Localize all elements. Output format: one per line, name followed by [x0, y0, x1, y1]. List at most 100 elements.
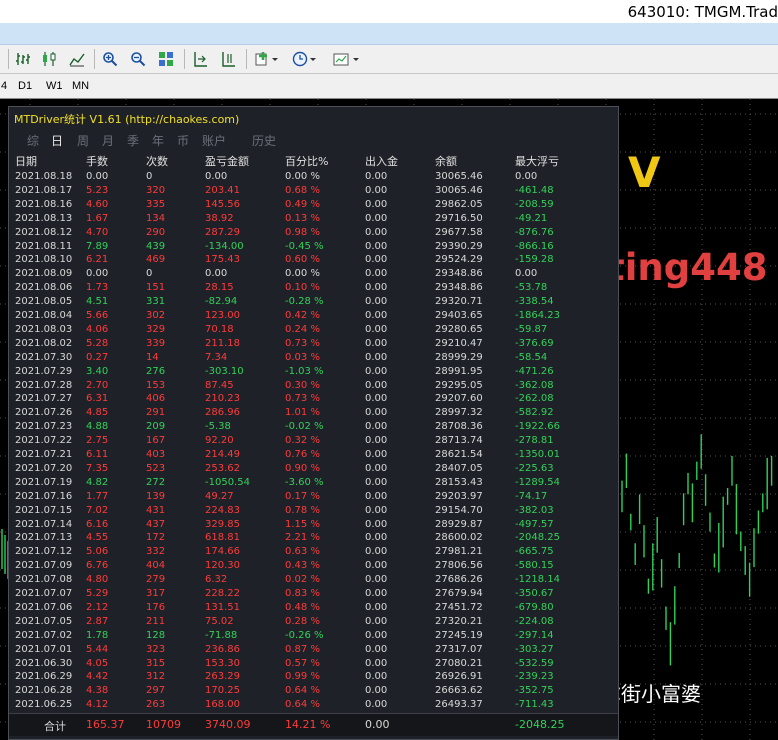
- table-row[interactable]: 2021.06.29 4.42 312 263.29 0.99 % 0.00 26926.9…: [9, 671, 618, 685]
- table-row[interactable]: 2021.07.01 5.44 323 236.86 0.87 % 0.00 27317.0…: [9, 644, 618, 658]
- timeframe-mn[interactable]: MN: [72, 80, 89, 92]
- table-row[interactable]: 2021.08.04 5.66 302 123.00 0.42 % 0.00 29403.6…: [9, 310, 618, 324]
- cell-balance: 28600.02: [435, 532, 483, 544]
- cell-max-drawdown: -532.59: [515, 657, 554, 669]
- tile-windows-icon[interactable]: [155, 48, 177, 70]
- chart-shift-icon[interactable]: [217, 48, 239, 70]
- candle-chart-icon[interactable]: [38, 48, 60, 70]
- tab-quarter[interactable]: 季: [127, 132, 139, 149]
- table-row[interactable]: 2021.06.28 4.38 297 170.25 0.64 % 0.00 26663.6…: [9, 685, 618, 699]
- table-row[interactable]: 2021.08.18 0.00 0 0.00 0.00 % 0.00 30065.46 0.0…: [9, 171, 618, 185]
- table-row[interactable]: 2021.07.19 4.82 272 -1050.54 -3.60 % 0.00 2815…: [9, 477, 618, 491]
- table-row[interactable]: 2021.07.09 6.76 404 120.30 0.43 % 0.00 27806.5…: [9, 560, 618, 574]
- table-row[interactable]: 2021.08.17 5.23 320 203.41 0.68 % 0.00 30065.4…: [9, 185, 618, 199]
- zoom-out-icon[interactable]: [127, 48, 149, 70]
- tab-week[interactable]: 周: [77, 132, 89, 149]
- cell-percent: 0.17 %: [285, 490, 320, 502]
- cell-max-drawdown: -876.76: [515, 226, 554, 238]
- total-deposit: 0.00: [365, 718, 390, 731]
- cell-balance: 28713.74: [435, 435, 483, 447]
- timeframe-h4[interactable]: 4: [1, 80, 7, 92]
- table-row[interactable]: 2021.07.29 3.40 276 -303.10 -1.03 % 0.00 28991…: [9, 366, 618, 380]
- table-row[interactable]: 2021.08.13 1.67 134 38.92 0.13 % 0.00 29716.50…: [9, 213, 618, 227]
- cell-trades: 134: [146, 212, 166, 224]
- table-row[interactable]: 2021.07.21 6.11 403 214.49 0.76 % 0.00 28621.5…: [9, 449, 618, 463]
- table-row[interactable]: 2021.07.05 2.87 211 75.02 0.28 % 0.00 27320.21…: [9, 616, 618, 630]
- chevron-down-icon[interactable]: [350, 48, 362, 70]
- timeframe-d1[interactable]: D1: [18, 80, 32, 92]
- templates-icon[interactable]: [330, 48, 352, 70]
- table-row[interactable]: 2021.07.06 2.12 176 131.51 0.48 % 0.00 27451.7…: [9, 602, 618, 616]
- table-row[interactable]: 2021.08.11 7.89 439 -134.00 -0.45 % 0.00 29390…: [9, 241, 618, 255]
- cell-lots: 1.77: [86, 490, 109, 502]
- tab-overview[interactable]: 综: [27, 132, 39, 149]
- tab-month[interactable]: 月: [102, 132, 114, 149]
- cell-percent: 0.42 %: [285, 310, 320, 321]
- mtdriver-stats-panel: MTDriver统计 V1.61 (http://chaokes.com) 综 …: [8, 106, 619, 740]
- table-row[interactable]: 2021.07.27 6.31 406 210.23 0.73 % 0.00 29207.6…: [9, 393, 618, 407]
- bar-chart-icon[interactable]: [12, 48, 34, 70]
- auto-scroll-icon[interactable]: [189, 48, 211, 70]
- table-row[interactable]: 2021.08.16 4.60 335 145.56 0.49 % 0.00 29862.0…: [9, 199, 618, 213]
- table-row[interactable]: 2021.07.08 4.80 279 6.32 0.02 % 0.00 27686.26 -…: [9, 574, 618, 588]
- cell-deposit: 0.00: [365, 532, 388, 544]
- table-row[interactable]: 2021.07.07 5.29 317 228.22 0.83 % 0.00 27679.9…: [9, 588, 618, 602]
- table-row[interactable]: 2021.08.02 5.28 339 211.18 0.73 % 0.00 29210.4…: [9, 338, 618, 352]
- cell-percent: 0.57 %: [285, 657, 320, 669]
- table-row[interactable]: 2021.07.16 1.77 139 49.27 0.17 % 0.00 29203.97…: [9, 491, 618, 505]
- table-row[interactable]: 2021.08.03 4.06 329 70.18 0.24 % 0.00 29280.65…: [9, 324, 618, 338]
- toolbar-separator: [94, 49, 95, 69]
- table-row[interactable]: 2021.06.25 4.12 263 168.00 0.64 % 0.00 26493.3…: [9, 699, 618, 713]
- table-row[interactable]: 2021.07.14 6.16 437 329.85 1.15 % 0.00 28929.8…: [9, 519, 618, 533]
- table-row[interactable]: 2021.07.22 2.75 167 92.20 0.32 % 0.00 28713.74…: [9, 435, 618, 449]
- cell-trades: 139: [146, 490, 166, 502]
- cell-profit: 253.62: [205, 462, 240, 474]
- cell-max-drawdown: -376.69: [515, 337, 554, 349]
- table-row[interactable]: 2021.07.20 7.35 523 253.62 0.90 % 0.00 28407.0…: [9, 463, 618, 477]
- table-row[interactable]: 2021.08.10 6.21 469 175.43 0.60 % 0.00 29524.2…: [9, 254, 618, 268]
- table-row[interactable]: 2021.07.02 1.78 128 -71.88 -0.26 % 0.00 27245.…: [9, 630, 618, 644]
- cell-date: 2021.07.23: [15, 421, 73, 433]
- table-row[interactable]: 2021.08.09 0.00 0 0.00 0.00 % 0.00 29348.86 0.0…: [9, 268, 618, 282]
- cell-trades: 272: [146, 476, 166, 488]
- cell-trades: 332: [146, 546, 166, 558]
- tab-account[interactable]: 账户: [202, 132, 226, 149]
- cell-trades: 167: [146, 435, 166, 447]
- cell-percent: 0.63 %: [285, 546, 320, 558]
- cell-percent: 0.02 %: [285, 574, 320, 586]
- tab-history[interactable]: 历史: [252, 132, 276, 149]
- table-row[interactable]: 2021.07.30 0.27 14 7.34 0.03 % 0.00 28999.29 -5…: [9, 352, 618, 366]
- chevron-down-icon[interactable]: [307, 48, 319, 70]
- table-row[interactable]: 2021.08.05 4.51 331 -82.94 -0.28 % 0.00 29320.…: [9, 296, 618, 310]
- table-row[interactable]: 2021.07.28 2.70 153 87.45 0.30 % 0.00 29295.05…: [9, 380, 618, 394]
- table-row[interactable]: 2021.07.15 7.02 431 224.83 0.78 % 0.00 29154.7…: [9, 505, 618, 519]
- line-chart-icon[interactable]: [66, 48, 88, 70]
- cell-date: 2021.07.19: [15, 476, 73, 488]
- cell-deposit: 0.00: [365, 518, 388, 530]
- table-row[interactable]: 2021.08.12 4.70 290 287.29 0.98 % 0.00 29677.5…: [9, 227, 618, 241]
- table-row[interactable]: 2021.07.12 5.06 332 174.66 0.63 % 0.00 27981.2…: [9, 546, 618, 560]
- zoom-in-icon[interactable]: [99, 48, 121, 70]
- cell-deposit: 0.00: [365, 184, 388, 196]
- cell-max-drawdown: -497.57: [515, 518, 554, 530]
- table-row[interactable]: 2021.07.13 4.55 172 618.81 2.21 % 0.00 28600.0…: [9, 532, 618, 546]
- cell-max-drawdown: -1350.01: [515, 449, 560, 460]
- timeframe-w1[interactable]: W1: [46, 80, 63, 92]
- cell-date: 2021.07.28: [15, 379, 73, 391]
- tab-year[interactable]: 年: [152, 132, 164, 149]
- table-row[interactable]: 2021.06.30 4.05 315 153.30 0.57 % 0.00 27080.2…: [9, 658, 618, 672]
- chevron-down-icon[interactable]: [269, 48, 281, 70]
- cell-profit: 214.49: [205, 449, 240, 460]
- cell-balance: 30065.46: [435, 171, 483, 182]
- table-row[interactable]: 2021.07.26 4.85 291 286.96 1.01 % 0.00 28997.3…: [9, 407, 618, 421]
- tab-day[interactable]: 日: [51, 132, 63, 149]
- cell-lots: 5.44: [86, 643, 109, 655]
- cell-balance: 27080.21: [435, 657, 483, 669]
- cell-trades: 329: [146, 323, 166, 335]
- cell-date: 2021.07.08: [15, 574, 73, 586]
- cell-profit: -82.94: [205, 296, 238, 308]
- table-row[interactable]: 2021.08.06 1.73 151 28.15 0.10 % 0.00 29348.86…: [9, 282, 618, 296]
- tab-currency[interactable]: 币: [177, 132, 189, 149]
- cell-percent: 0.00 %: [285, 171, 320, 182]
- table-row[interactable]: 2021.07.23 4.88 209 -5.38 -0.02 % 0.00 28708.3…: [9, 421, 618, 435]
